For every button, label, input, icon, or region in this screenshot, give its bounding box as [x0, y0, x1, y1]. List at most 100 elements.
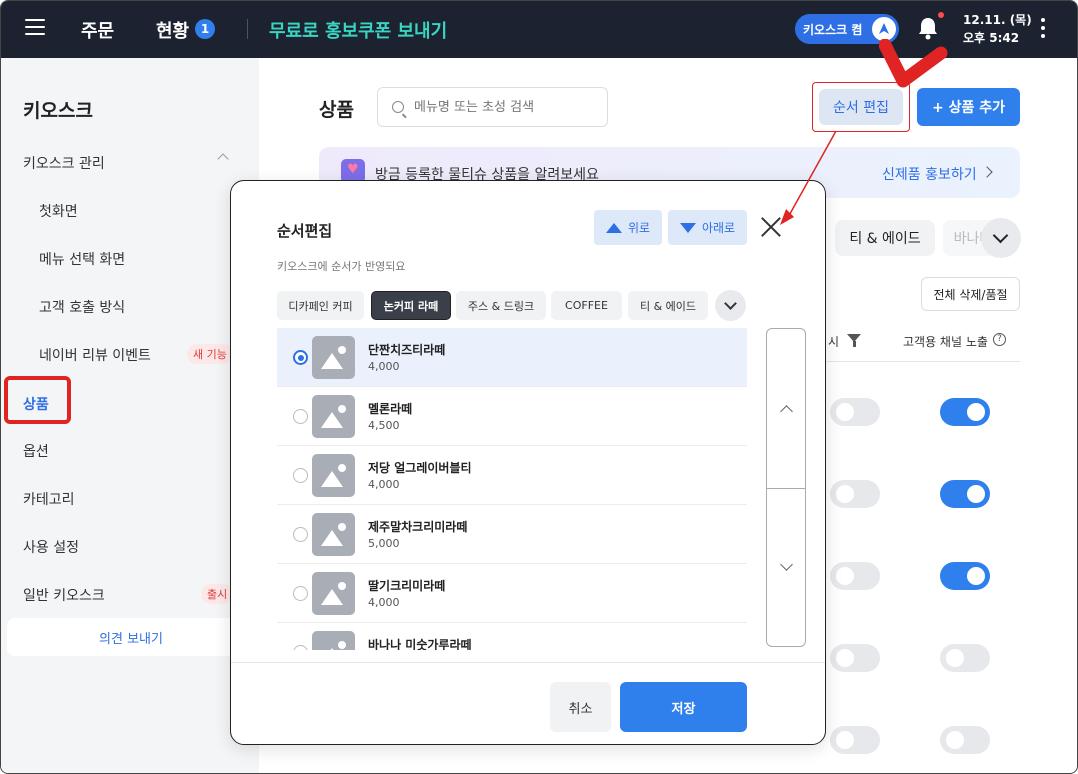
category-tab-tea[interactable]: 티 & 에이드: [835, 220, 935, 256]
channel-toggle[interactable]: [940, 644, 990, 672]
datetime: 12.11. (목) 오후 5:42: [963, 11, 1032, 47]
modal-title: 순서편집: [277, 222, 333, 240]
channel-toggle[interactable]: [940, 398, 990, 426]
image-placeholder-icon: [312, 395, 355, 438]
delete-all-button[interactable]: 전체 삭제/품절: [921, 277, 1020, 311]
search-input[interactable]: [414, 99, 594, 115]
channel-toggle[interactable]: [940, 480, 990, 508]
banner-link[interactable]: 신제품 홍보하기: [882, 164, 977, 184]
display-toggle[interactable]: [830, 644, 880, 672]
product-price: 4,000: [368, 596, 400, 609]
nav-status[interactable]: 현황: [156, 17, 189, 43]
app-window: 주문 현황 1 무료로 홍보쿠폰 보내기 키오스크 켬 12.11. (목) 오…: [0, 0, 1078, 774]
radio-button[interactable]: [293, 350, 308, 365]
display-toggle[interactable]: [830, 480, 880, 508]
display-toggle[interactable]: [830, 398, 880, 426]
scroll-down-icon[interactable]: [780, 558, 793, 571]
product-row[interactable]: 단짠치즈티라떼 4,000: [277, 328, 747, 387]
product-list: 단짠치즈티라떼 4,000 멜론라떼 4,500 저당 얼그레이버블티 4,000 제주말차…: [277, 328, 747, 650]
chevron-down-icon[interactable]: [715, 290, 746, 321]
cancel-button[interactable]: 취소: [550, 682, 611, 732]
radio-button[interactable]: [293, 645, 308, 650]
sidebar-item-kiosk-manage[interactable]: 키오스크 관리: [23, 153, 105, 173]
sidebar-item-naver-review[interactable]: 네이버 리뷰 이벤트: [39, 345, 151, 365]
hamburger-menu-icon[interactable]: [25, 19, 45, 37]
channel-toggle[interactable]: [940, 562, 990, 590]
col-header-display: 시: [828, 335, 840, 349]
move-down-button[interactable]: 아래로: [668, 210, 747, 245]
modal-tab-juice[interactable]: 주스 & 드링크: [456, 291, 546, 320]
scroll-control: [766, 328, 806, 647]
help-icon[interactable]: ?: [993, 333, 1006, 346]
product-name: 저당 얼그레이버블티: [368, 461, 472, 475]
chevron-up-icon[interactable]: [217, 153, 229, 165]
sidebar-item-settings[interactable]: 사용 설정: [23, 537, 79, 557]
product-price: 4,000: [368, 478, 400, 491]
sidebar-item-category[interactable]: 카테고리: [23, 489, 75, 509]
new-feature-badge: 새 기능: [187, 344, 233, 364]
table-header-divider: [801, 361, 1020, 362]
radio-button[interactable]: [293, 409, 308, 424]
product-price: 4,500: [368, 419, 400, 432]
modal-tab-noncoffee[interactable]: 논커피 라떼: [371, 291, 451, 320]
nav-promo-coupon[interactable]: 무료로 홍보쿠폰 보내기: [269, 17, 447, 43]
channel-toggle[interactable]: [940, 726, 990, 754]
time-text: 오후 5:42: [963, 31, 1020, 45]
product-price: 4,000: [368, 360, 400, 373]
notification-dot: [938, 12, 944, 18]
scroll-up-icon[interactable]: [780, 405, 793, 418]
move-up-button[interactable]: 위로: [594, 210, 662, 245]
page-title: 상품: [319, 99, 354, 121]
annotation-check-icon: [879, 39, 948, 88]
modal-tab-tea[interactable]: 티 & 에이드: [628, 291, 708, 320]
product-name: 제주말차크리미라떼: [368, 520, 468, 534]
product-name: 딸기크리미라떼: [368, 579, 446, 593]
move-down-label: 아래로: [701, 221, 736, 235]
nav-divider: [247, 19, 248, 39]
product-row[interactable]: 딸기크리미라떼 4,000: [277, 564, 747, 623]
product-name: 단짠치즈티라떼: [368, 343, 446, 357]
sidebar-item-call-method[interactable]: 고객 호출 방식: [39, 297, 125, 317]
kiosk-toggle-label: 키오스크 켬: [803, 22, 863, 37]
radio-button[interactable]: [293, 586, 308, 601]
image-placeholder-icon: [312, 631, 355, 650]
nav-order[interactable]: 주문: [81, 17, 114, 43]
product-name: 바나나 미숫가루라떼: [368, 638, 472, 650]
sidebar-item-products[interactable]: 상품: [23, 394, 49, 414]
product-row[interactable]: 저당 얼그레이버블티 4,000: [277, 446, 747, 505]
product-row[interactable]: 멜론라떼 4,500: [277, 387, 747, 446]
radio-button[interactable]: [293, 527, 308, 542]
modal-footer-divider: [231, 662, 825, 663]
bell-icon[interactable]: [917, 16, 939, 40]
chevron-down-icon[interactable]: [981, 218, 1021, 258]
date-text: 12.11. (목): [963, 13, 1032, 27]
image-placeholder-icon: [312, 336, 355, 379]
radio-button[interactable]: [293, 468, 308, 483]
product-row[interactable]: 바나나 미숫가루라떼: [277, 623, 747, 650]
scroll-divider: [767, 488, 805, 489]
more-options-icon[interactable]: [1041, 18, 1047, 40]
search-box[interactable]: [377, 87, 608, 127]
sidebar-item-first-screen[interactable]: 첫화면: [39, 201, 78, 221]
save-button[interactable]: 저장: [620, 682, 747, 732]
arrow-up-icon: [605, 222, 622, 233]
image-placeholder-icon: [312, 454, 355, 497]
display-toggle[interactable]: [830, 726, 880, 754]
search-icon: [392, 101, 404, 113]
col-header-channel: 고객용 채널 노출: [903, 335, 988, 349]
product-row[interactable]: 제주말차크리미라떼 5,000: [277, 505, 747, 564]
feedback-button[interactable]: 의견 보내기: [7, 618, 255, 656]
move-up-label: 위로: [627, 221, 651, 235]
sidebar-item-options[interactable]: 옵션: [23, 441, 49, 461]
sidebar-item-general-kiosk[interactable]: 일반 키오스크: [23, 585, 105, 605]
sidebar-title: 키오스크: [23, 100, 93, 122]
arrow-down-icon: [679, 222, 696, 233]
modal-tab-decaf[interactable]: 디카페인 커피: [277, 291, 364, 320]
sidebar-item-menu-screen[interactable]: 메뉴 선택 화면: [39, 249, 125, 269]
image-placeholder-icon: [312, 513, 355, 556]
display-toggle[interactable]: [830, 562, 880, 590]
product-name: 멜론라떼: [368, 402, 413, 416]
kiosk-toggle-knob-icon: [872, 17, 896, 41]
modal-tab-coffee[interactable]: COFFEE: [551, 291, 622, 320]
product-price: 5,000: [368, 537, 400, 550]
